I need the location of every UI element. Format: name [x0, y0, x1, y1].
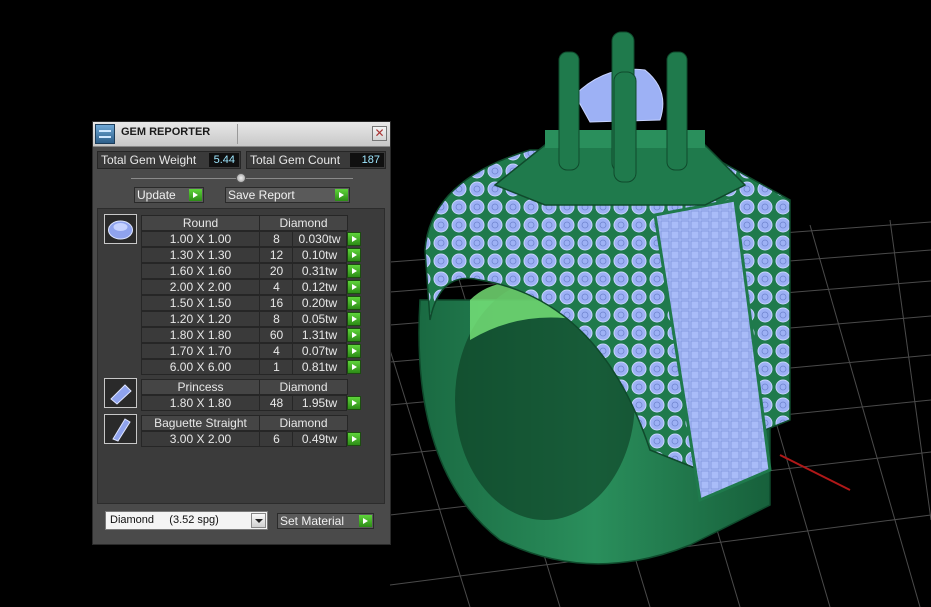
- gem-weight-cell: 0.030tw: [292, 231, 347, 247]
- gem-weight-cell: 1.31tw: [292, 327, 347, 343]
- window-title: GEM REPORTER: [121, 126, 211, 138]
- total-gem-weight-value: 5.44: [209, 153, 239, 167]
- close-button[interactable]: ✕: [372, 126, 387, 141]
- select-row-button[interactable]: [347, 232, 361, 246]
- group-shape-header: Baguette Straight: [141, 415, 260, 431]
- gem-size-cell: 1.70 X 1.70: [141, 343, 260, 359]
- select-row-button[interactable]: [347, 344, 361, 358]
- gem-size-cell: 3.00 X 2.00: [141, 431, 260, 447]
- gem-size-cell: 1.50 X 1.50: [141, 295, 260, 311]
- select-row-button[interactable]: [347, 296, 361, 310]
- gem-size-cell: 1.80 X 1.80: [141, 395, 260, 411]
- go-arrow-icon: [335, 189, 348, 201]
- gem-reporter-icon: [95, 124, 115, 144]
- go-arrow-icon: [359, 515, 372, 527]
- gem-count-cell: 20: [259, 263, 294, 279]
- gem-size-cell: 1.80 X 1.80: [141, 327, 260, 343]
- round-gem-icon: [104, 214, 137, 244]
- gem-size-cell: 2.00 X 2.00: [141, 279, 260, 295]
- select-row-button[interactable]: [347, 248, 361, 262]
- group-shape-header: Princess: [141, 379, 260, 395]
- gem-list[interactable]: Round Diamond 1.00 X 1.00 8 0.030tw 1.30 X 1.…: [97, 208, 385, 504]
- save-report-button-label: Save Report: [228, 188, 295, 202]
- gem-count-cell: 16: [259, 295, 294, 311]
- select-row-button[interactable]: [347, 312, 361, 326]
- group-material-header: Diamond: [259, 415, 348, 431]
- gem-size-cell: 1.00 X 1.00: [141, 231, 260, 247]
- title-divider: [237, 124, 238, 144]
- gem-reporter-panel: GEM REPORTER ✕ Total Gem Weight 5.44 Tot…: [92, 121, 391, 545]
- total-gem-weight-label: Total Gem Weight: [101, 153, 197, 167]
- gem-count-cell: 8: [259, 231, 294, 247]
- material-dropdown-value: Diamond (3.52 spg): [110, 514, 219, 526]
- gem-weight-cell: 1.95tw: [292, 395, 347, 411]
- gem-size-cell: 1.30 X 1.30: [141, 247, 260, 263]
- baguette-gem-icon: [104, 414, 137, 444]
- title-bar[interactable]: GEM REPORTER ✕: [93, 122, 390, 147]
- gem-weight-cell: 0.20tw: [292, 295, 347, 311]
- total-gem-count: Total Gem Count 187: [246, 151, 386, 169]
- select-row-button[interactable]: [347, 432, 361, 446]
- save-report-button[interactable]: Save Report: [225, 187, 350, 203]
- update-button-label: Update: [137, 188, 176, 202]
- gem-weight-cell: 0.05tw: [292, 311, 347, 327]
- total-gem-count-value: 187: [350, 153, 384, 167]
- gem-weight-cell: 0.81tw: [292, 359, 347, 375]
- total-gem-count-label: Total Gem Count: [250, 153, 341, 167]
- gem-size-cell: 1.60 X 1.60: [141, 263, 260, 279]
- material-dropdown[interactable]: Diamond (3.52 spg): [105, 511, 268, 530]
- gem-weight-cell: 0.10tw: [292, 247, 347, 263]
- set-material-button-label: Set Material: [280, 514, 345, 528]
- select-row-button[interactable]: [347, 360, 361, 374]
- gem-count-cell: 4: [259, 279, 294, 295]
- gem-count-cell: 6: [259, 431, 294, 447]
- slider-handle[interactable]: [236, 173, 246, 183]
- select-row-button[interactable]: [347, 396, 361, 410]
- group-material-header: Diamond: [259, 215, 348, 231]
- set-material-button[interactable]: Set Material: [277, 513, 374, 529]
- go-arrow-icon: [189, 189, 202, 201]
- select-row-button[interactable]: [347, 264, 361, 278]
- chevron-down-icon[interactable]: [251, 513, 266, 528]
- gem-count-cell: 12: [259, 247, 294, 263]
- princess-gem-icon: [104, 378, 137, 408]
- gem-count-cell: 1: [259, 359, 294, 375]
- gem-count-cell: 4: [259, 343, 294, 359]
- gem-weight-cell: 0.49tw: [292, 431, 347, 447]
- group-material-header: Diamond: [259, 379, 348, 395]
- gem-size-cell: 6.00 X 6.00: [141, 359, 260, 375]
- group-shape-header: Round: [141, 215, 260, 231]
- gem-count-cell: 48: [259, 395, 294, 411]
- select-row-button[interactable]: [347, 280, 361, 294]
- total-gem-weight: Total Gem Weight 5.44: [97, 151, 241, 169]
- gem-size-cell: 1.20 X 1.20: [141, 311, 260, 327]
- gem-weight-cell: 0.31tw: [292, 263, 347, 279]
- update-button[interactable]: Update: [134, 187, 204, 203]
- gem-weight-cell: 0.12tw: [292, 279, 347, 295]
- gem-weight-cell: 0.07tw: [292, 343, 347, 359]
- gem-count-cell: 8: [259, 311, 294, 327]
- gem-count-cell: 60: [259, 327, 294, 343]
- select-row-button[interactable]: [347, 328, 361, 342]
